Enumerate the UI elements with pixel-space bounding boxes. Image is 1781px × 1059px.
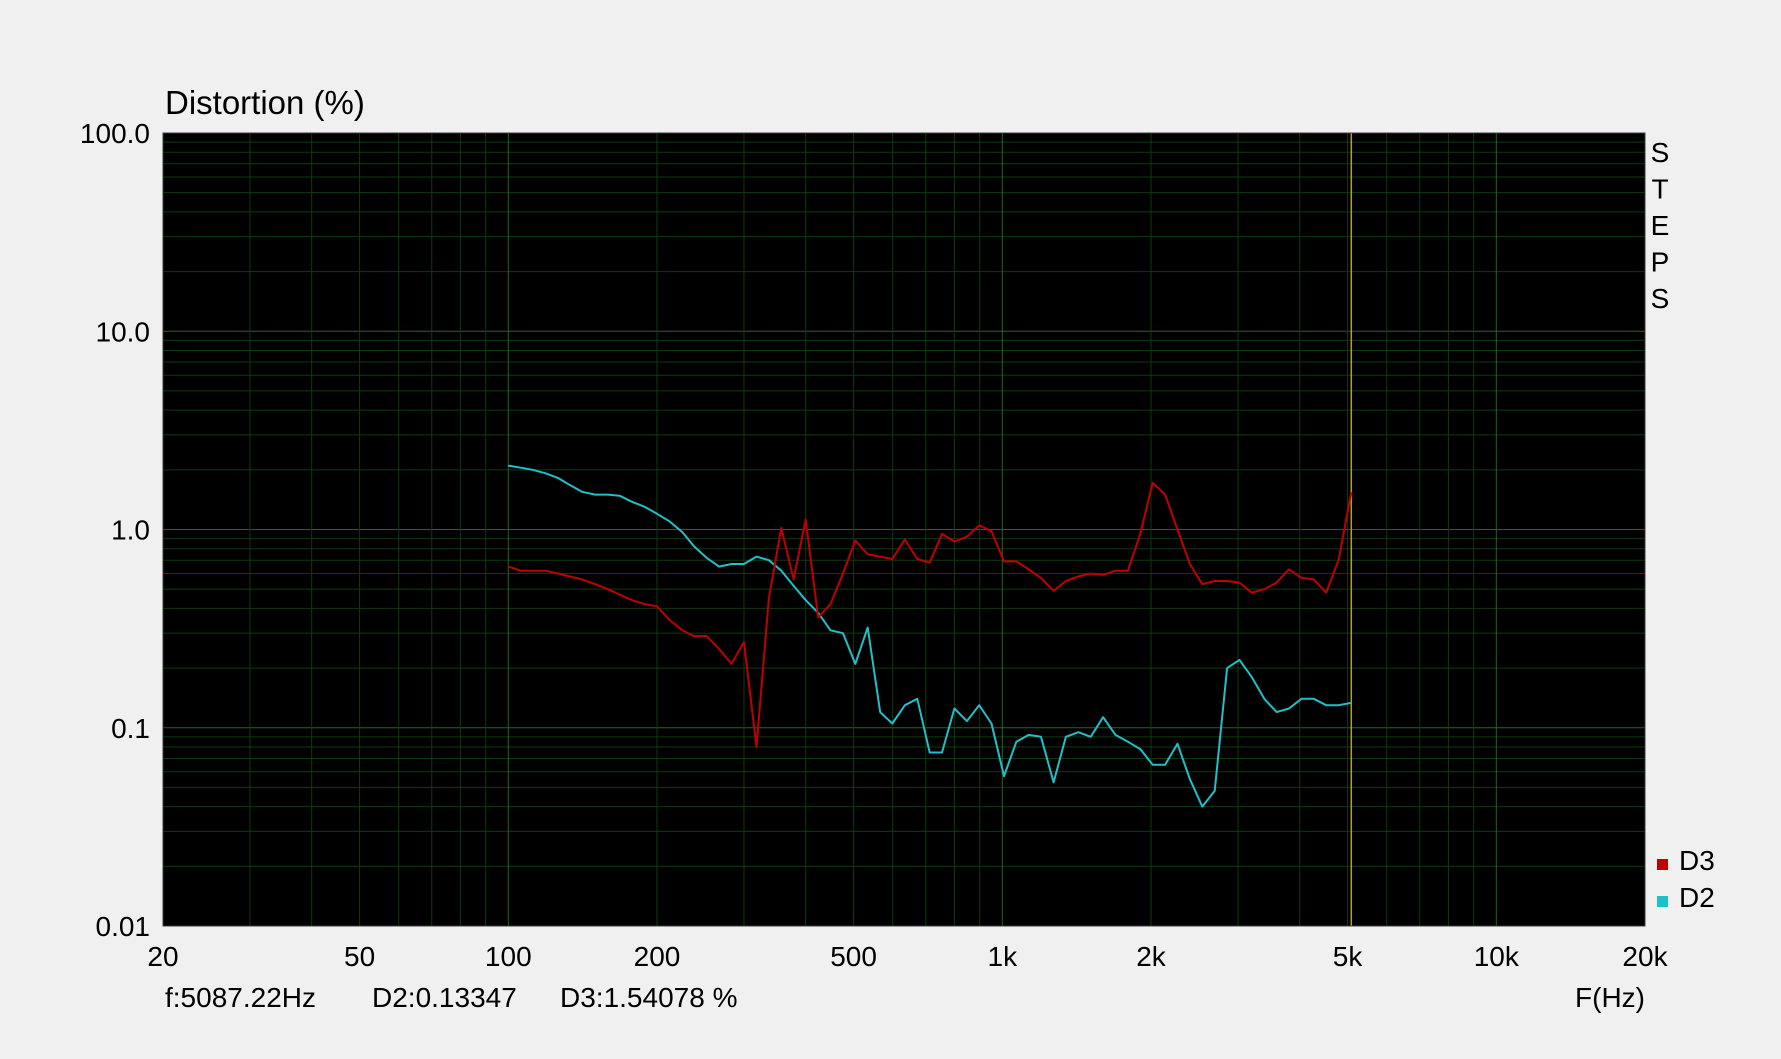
x-tick-label: 5k xyxy=(1333,941,1364,972)
chart-title: Distortion (%) xyxy=(165,84,365,121)
y-tick-label: 1.0 xyxy=(111,515,150,546)
legend-swatch xyxy=(1657,896,1668,907)
x-tick-label: 100 xyxy=(485,941,532,972)
x-tick-label: 1k xyxy=(988,941,1019,972)
side-label-letter: S xyxy=(1651,283,1670,314)
distortion-chart: Distortion (%) 100.0 10.0 1.0 0.1 0.01 20 50 1… xyxy=(80,84,1715,1013)
cursor-readout-d2: D2:0.13347 xyxy=(372,982,517,1013)
legend-label: D2 xyxy=(1679,882,1715,913)
cursor-readout-d3: D3:1.54078 % xyxy=(560,982,737,1013)
legend: D3D2 xyxy=(1657,845,1715,913)
side-label-letter: S xyxy=(1651,137,1670,168)
x-tick-label: 10k xyxy=(1474,941,1520,972)
legend-label: D3 xyxy=(1679,845,1715,876)
x-tick-label: 2k xyxy=(1136,941,1167,972)
x-tick-label: 200 xyxy=(634,941,681,972)
side-label-letter: E xyxy=(1651,210,1670,241)
legend-swatch xyxy=(1657,859,1668,870)
y-tick-label: 100.0 xyxy=(80,118,150,149)
x-tick-label: 20k xyxy=(1622,941,1668,972)
y-tick-label: 10.0 xyxy=(96,316,151,347)
x-tick-label: 50 xyxy=(344,941,375,972)
y-tick-label: 0.1 xyxy=(111,713,150,744)
y-tick-label: 0.01 xyxy=(96,911,151,942)
side-label: STEPS xyxy=(1651,137,1670,314)
side-label-letter: P xyxy=(1651,247,1670,278)
side-label-letter: T xyxy=(1651,174,1668,205)
cursor-readout-frequency: f:5087.22Hz xyxy=(165,982,316,1013)
x-axis-ticks: 20 50 100 200 500 1k 2k 5k 10k 20k xyxy=(147,941,1668,972)
y-axis-ticks: 100.0 10.0 1.0 0.1 0.01 xyxy=(80,118,150,942)
x-tick-label: 20 xyxy=(147,941,178,972)
x-tick-label: 500 xyxy=(830,941,877,972)
x-axis-label: F(Hz) xyxy=(1575,982,1645,1013)
